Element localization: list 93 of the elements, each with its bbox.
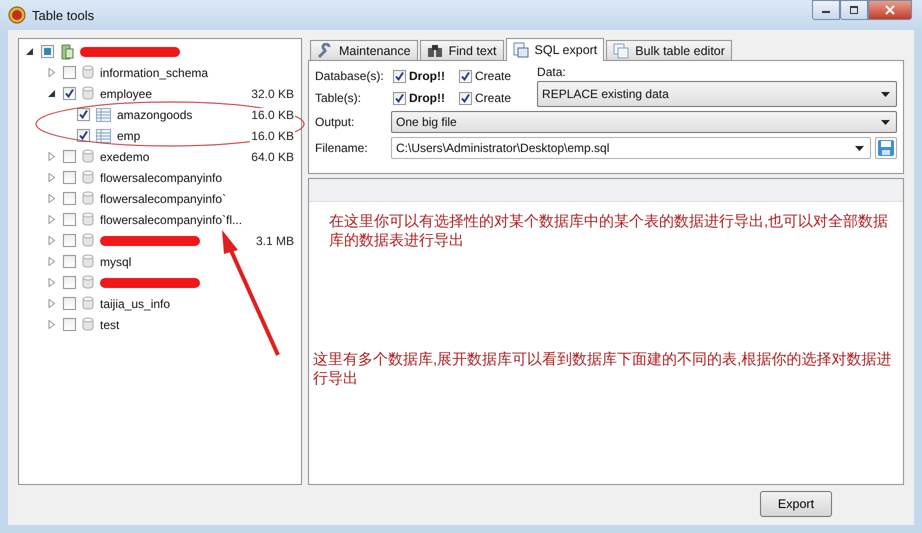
checkbox[interactable] [63,297,76,310]
tab[interactable]: Find text [420,40,504,60]
database-icon [82,317,94,332]
tab[interactable]: SQL export [506,38,604,61]
binoculars-icon [426,44,443,58]
database-icon [82,275,94,290]
database-icon [82,149,94,164]
minimize-button[interactable] [812,0,840,20]
caret-icon [881,92,890,96]
tree-item-label[interactable]: amazongoods [117,108,192,122]
drop-checkbox[interactable]: Drop!! [393,69,445,83]
checkbox[interactable] [77,129,90,142]
checkbox[interactable] [41,45,54,58]
filename-label: Filename: [315,141,369,155]
maximize-icon [849,6,859,14]
tree-item-label[interactable]: information_schema [100,66,208,80]
checkbox[interactable] [63,66,76,79]
checkmark-icon [460,92,471,104]
caret-icon [881,120,890,124]
checkmark-icon [460,70,471,82]
database-icon [82,254,94,269]
option-label: Table(s): [315,91,362,105]
expand-toggle-icon[interactable] [47,236,57,245]
database-icon [82,191,94,206]
filename-field[interactable]: C:\Users\Administrator\Desktop\emp.sql [391,137,871,159]
expand-toggle-icon[interactable] [47,173,57,182]
tree-item-label[interactable]: emp [117,128,140,142]
maximize-button[interactable] [840,0,868,20]
wrench-icon [317,42,333,58]
tree-item-label[interactable]: employee [100,86,152,100]
tab[interactable]: Bulk table editor [606,40,732,60]
tree-item-label[interactable]: flowersalecompanyinfo`fl... [100,212,242,226]
create-checkbox[interactable]: Create [459,91,512,105]
close-icon [884,5,896,15]
data-dropdown[interactable]: REPLACE existing data [537,81,897,107]
tree-item-label[interactable]: mysql [100,254,132,268]
option-label: Database(s): [315,69,385,83]
checkbox[interactable] [63,318,76,331]
annotation-text: 这里有多个数据库,展开数据库可以看到数据库下面建的不同的表,根据你的选择对数据进行导出 [313,350,892,388]
tree-item-label[interactable]: flowersalecompanyinfo [100,170,222,184]
checkbox[interactable] [63,255,76,268]
save-button[interactable] [875,137,897,159]
table-icon [96,108,111,122]
size-label: 32.0 KB [250,86,295,100]
tree-item-label[interactable]: flowersalecompanyinfo` [100,192,226,206]
caret-icon [855,146,864,150]
expand-toggle-icon[interactable] [47,194,57,203]
checkbox[interactable] [63,213,76,226]
output-dropdown[interactable]: One big file [391,111,897,133]
expand-toggle-icon[interactable] [47,215,57,224]
checkbox[interactable] [63,234,76,247]
database-icon [82,65,94,80]
checkbox[interactable] [77,108,90,121]
close-button[interactable] [868,0,912,20]
drop-checkbox[interactable]: Drop!! [393,91,445,105]
size-label: 16.0 KB [250,108,295,122]
tables-icon [613,42,630,58]
server-icon [60,44,74,60]
tree-item-label[interactable]: exedemo [100,150,150,164]
database-icon [82,233,94,248]
output-label: Output: [315,115,356,129]
expand-toggle-icon[interactable] [47,299,57,308]
expand-toggle-icon[interactable] [47,68,57,77]
database-icon [82,86,94,101]
size-label: 16.0 KB [250,128,295,142]
expand-toggle-icon[interactable] [47,152,57,161]
expand-toggle-icon[interactable] [47,320,57,329]
tree-item-label[interactable]: taijia_us_info [100,296,170,310]
table-icon [96,128,111,142]
create-checkbox[interactable]: Create [459,69,512,83]
window-title: Table tools [32,8,94,22]
expand-toggle-icon[interactable] [47,257,57,266]
checkbox[interactable] [63,87,76,100]
checkbox[interactable] [63,171,76,184]
checkmark-icon [394,92,405,104]
export-button[interactable]: Export [760,491,832,517]
checkbox[interactable] [63,150,76,163]
collapse-toggle-icon[interactable] [25,47,35,56]
annotation-text: 在这里你可以有选择性的对某个数据库中的某个表的数据进行导出,也可以对全部数据库的数据表进行导出 [329,212,890,250]
expand-toggle-icon[interactable] [47,278,57,287]
checkbox[interactable] [63,192,76,205]
database-icon [82,170,94,185]
database-icon [82,212,94,227]
collapse-toggle-icon[interactable] [47,89,57,98]
data-label: Data: [537,65,567,79]
size-label: 64.0 KB [250,150,295,164]
app-logo-icon [8,6,26,24]
tab[interactable]: Maintenance [310,40,418,60]
tree-item-label[interactable]: test [100,318,120,332]
checkmark-icon [394,70,405,82]
checkbox[interactable] [63,276,76,289]
database-icon [82,296,94,311]
size-label: 3.1 MB [254,234,295,248]
